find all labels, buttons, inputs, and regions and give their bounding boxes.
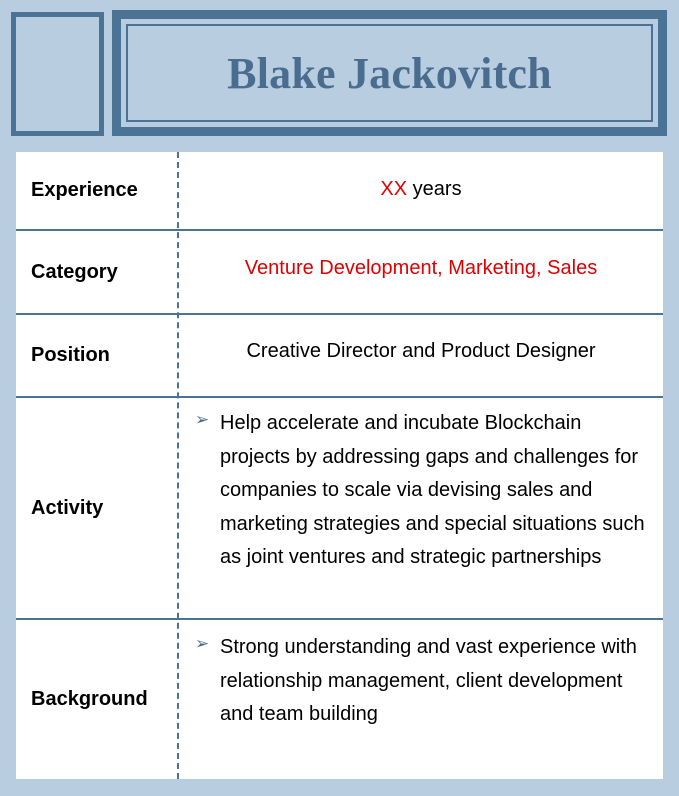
value-activity: ➢ Help accelerate and incubate Blockchai…: [179, 398, 663, 618]
value-background: ➢ Strong understanding and vast experien…: [179, 620, 663, 779]
arrow-bullet-icon: ➢: [195, 634, 210, 653]
row-background: Background ➢ Strong understanding and va…: [16, 620, 663, 779]
row-position: Position Creative Director and Product D…: [16, 315, 663, 398]
label-activity: Activity: [31, 496, 104, 519]
row-activity: Activity ➢ Help accelerate and incubate …: [16, 398, 663, 620]
value-position: Creative Director and Product Designer: [246, 340, 596, 362]
column-divider: [177, 152, 179, 779]
row-experience: Experience XX years: [16, 152, 663, 231]
label-category: Category: [31, 260, 118, 283]
arrow-bullet-icon: ➢: [195, 410, 210, 429]
activity-text: Help accelerate and incubate Blockchain …: [220, 412, 645, 568]
name-banner-inner: Blake Jackovitch: [126, 24, 653, 122]
label-background: Background: [31, 688, 148, 710]
label-experience: Experience: [31, 179, 138, 201]
background-text: Strong understanding and vast experience…: [220, 636, 637, 725]
decorative-side-box: [11, 12, 104, 136]
name-banner: Blake Jackovitch: [112, 10, 667, 136]
value-experience: XX years: [179, 152, 663, 229]
value-category: Venture Development, Marketing, Sales: [244, 256, 598, 279]
experience-years-unit: years: [407, 178, 462, 200]
profile-table: Experience XX years Category Venture Dev…: [16, 152, 663, 779]
experience-years-placeholder: XX: [380, 178, 408, 200]
row-category: Category Venture Development, Marketing,…: [16, 231, 663, 315]
person-name: Blake Jackovitch: [227, 48, 552, 98]
label-position: Position: [31, 344, 110, 366]
